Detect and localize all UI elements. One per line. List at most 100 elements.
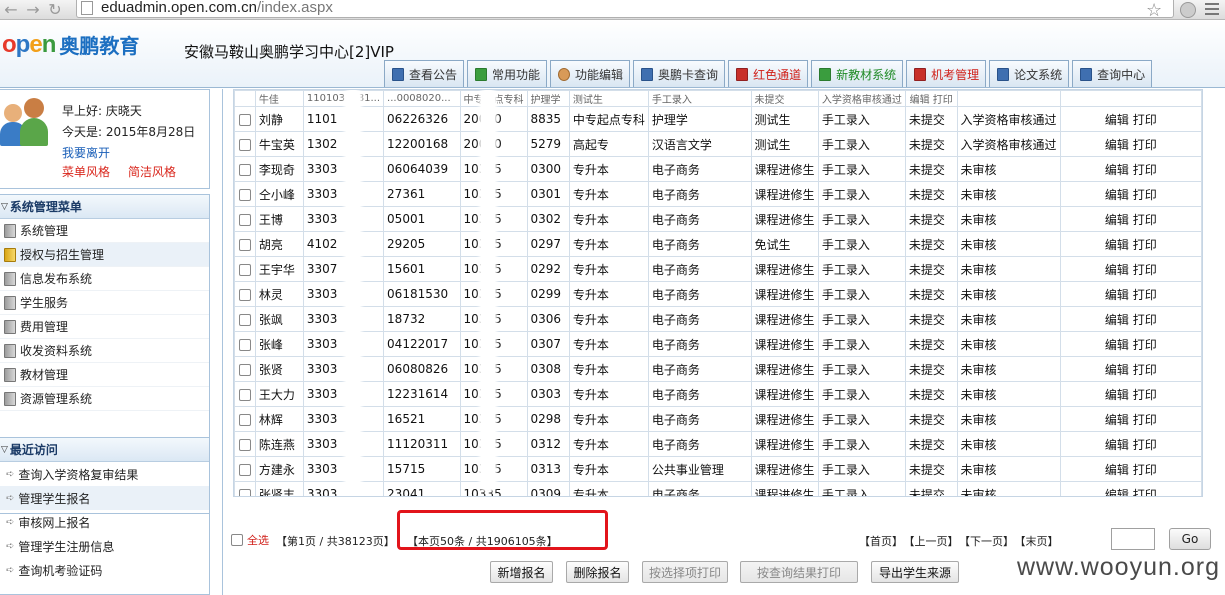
tab-card-query[interactable]: 奥鹏卡查询 xyxy=(633,60,726,87)
row-checkbox[interactable] xyxy=(238,413,251,426)
export-source-button[interactable]: 导出学生来源 xyxy=(871,561,959,583)
table-row[interactable]: 王大力330312231614103350303专升本电子商务课程进修生手工录入… xyxy=(234,381,1202,407)
table-row[interactable]: 张飒330318732103350306专升本电子商务课程进修生手工录入未提交未… xyxy=(234,306,1202,332)
print-selected-button[interactable]: 按选择项打印 xyxy=(642,561,728,583)
recent-item[interactable]: ➪ 管理学生报名 xyxy=(0,486,209,510)
edit-link[interactable]: 编辑 xyxy=(1105,438,1129,452)
row-checkbox[interactable] xyxy=(238,488,251,496)
table-row[interactable]: 林辉330316521103350298专升本电子商务课程进修生手工录入未提交未… xyxy=(234,406,1202,432)
print-link[interactable]: 打印 xyxy=(1133,113,1157,127)
edit-link[interactable]: 编辑 xyxy=(1105,313,1129,327)
recent-item[interactable]: ➪ 管理学生注册信息 xyxy=(0,534,209,558)
select-all-checkbox[interactable] xyxy=(231,534,243,546)
row-checkbox[interactable] xyxy=(238,313,251,326)
print-link[interactable]: 打印 xyxy=(1133,413,1157,427)
edit-link[interactable]: 编辑 xyxy=(1105,288,1129,302)
table-row[interactable]: 牛宝英130212200168200805279高起专汉语言文学测试生手工录入未… xyxy=(234,131,1202,157)
tab-new-textbook[interactable]: 新教材系统 xyxy=(811,60,904,87)
table-row[interactable]: 仝小峰330327361103350301专升本电子商务课程进修生手工录入未提交… xyxy=(234,181,1202,207)
menu-item-textbook[interactable]: 教材管理 xyxy=(0,363,209,387)
tab-red-channel[interactable]: 红色通道 xyxy=(728,60,809,87)
row-checkbox[interactable] xyxy=(238,163,251,176)
edit-link[interactable]: 编辑 xyxy=(1105,338,1129,352)
menu-item-fee[interactable]: 费用管理 xyxy=(0,315,209,339)
menu-style-link[interactable]: 菜单风格 xyxy=(62,165,110,179)
tab-query-center[interactable]: 查询中心 xyxy=(1072,60,1153,87)
system-menu-title[interactable]: ▽ 系统管理菜单 xyxy=(0,195,209,219)
table-row[interactable]: 陈连燕330311120311103350312专升本电子商务课程进修生手工录入… xyxy=(234,431,1202,457)
table-row[interactable]: 张峰330304122017103350307专升本电子商务课程进修生手工录入未… xyxy=(234,331,1202,357)
forward-icon[interactable]: → xyxy=(22,0,44,20)
tab-notice[interactable]: 查看公告 xyxy=(384,60,465,87)
row-checkbox[interactable] xyxy=(238,138,251,151)
edit-link[interactable]: 编辑 xyxy=(1105,488,1129,497)
prev-page-link[interactable]: 【上一页】 xyxy=(909,535,959,548)
edit-link[interactable]: 编辑 xyxy=(1105,238,1129,252)
logout-link[interactable]: 我要离开 xyxy=(62,143,195,164)
bookmark-star-icon[interactable]: ☆ xyxy=(1146,0,1162,21)
print-link[interactable]: 打印 xyxy=(1133,263,1157,277)
edit-link[interactable]: 编辑 xyxy=(1105,263,1129,277)
print-link[interactable]: 打印 xyxy=(1133,438,1157,452)
table-row[interactable]: 李现奇330306064039103350300专升本电子商务课程进修生手工录入… xyxy=(234,156,1202,182)
edit-link[interactable]: 编辑 xyxy=(1105,363,1129,377)
row-checkbox[interactable] xyxy=(238,363,251,376)
print-link[interactable]: 打印 xyxy=(1133,188,1157,202)
edit-link[interactable]: 编辑 xyxy=(1105,113,1129,127)
print-link[interactable]: 打印 xyxy=(1133,288,1157,302)
tab-exam-management[interactable]: 机考管理 xyxy=(906,60,987,87)
row-checkbox[interactable] xyxy=(238,288,251,301)
table-row[interactable]: 刘静110106226326200808835中专起点专科护理学测试生手工录入未… xyxy=(234,106,1202,132)
print-link[interactable]: 打印 xyxy=(1133,388,1157,402)
print-link[interactable]: 打印 xyxy=(1133,313,1157,327)
edit-link[interactable]: 编辑 xyxy=(1105,188,1129,202)
edit-link[interactable]: 编辑 xyxy=(1105,463,1129,477)
table-row[interactable]: 王博330305001103350302专升本电子商务课程进修生手工录入未提交未… xyxy=(234,206,1202,232)
row-checkbox[interactable] xyxy=(238,263,251,276)
menu-item-resource[interactable]: 资源管理系统 xyxy=(0,387,209,411)
menu-item-materials[interactable]: 收发资料系统 xyxy=(0,339,209,363)
print-link[interactable]: 打印 xyxy=(1133,138,1157,152)
table-row[interactable]: 林灵330306181530103350299专升本电子商务课程进修生手工录入未… xyxy=(234,281,1202,307)
browser-menu-icon[interactable] xyxy=(1205,3,1219,18)
address-bar[interactable]: eduadmin.open.com.cn/index.aspx xyxy=(76,0,1174,18)
print-link[interactable]: 打印 xyxy=(1133,463,1157,477)
row-checkbox[interactable] xyxy=(238,338,251,351)
menu-item-info-publish[interactable]: 信息发布系统 xyxy=(0,267,209,291)
table-row[interactable]: 张贤330306080826103350308专升本电子商务课程进修生手工录入未… xyxy=(234,356,1202,382)
recent-item[interactable]: ➪ 审核网上报名 xyxy=(0,510,209,534)
tab-function-edit[interactable]: 功能编辑 xyxy=(550,60,631,87)
simple-style-link[interactable]: 简洁风格 xyxy=(128,165,176,179)
add-enrollment-button[interactable]: 新增报名 xyxy=(490,561,553,583)
row-checkbox[interactable] xyxy=(238,213,251,226)
print-link[interactable]: 打印 xyxy=(1133,363,1157,377)
recent-item[interactable]: ➪ 查询入学资格复审结果 xyxy=(0,462,209,486)
print-link[interactable]: 打印 xyxy=(1133,163,1157,177)
back-icon[interactable]: ← xyxy=(0,0,22,20)
reload-icon[interactable]: ↻ xyxy=(44,0,66,20)
menu-item-system[interactable]: 系统管理 xyxy=(0,219,209,243)
page-number-input[interactable] xyxy=(1111,528,1155,550)
row-checkbox[interactable] xyxy=(238,238,251,251)
menu-item-student-service[interactable]: 学生服务 xyxy=(0,291,209,315)
next-page-link[interactable]: 【下一页】 xyxy=(965,535,1015,548)
print-query-button[interactable]: 按查询结果打印 xyxy=(740,561,858,583)
row-checkbox[interactable] xyxy=(238,188,251,201)
tab-thesis-system[interactable]: 论文系统 xyxy=(989,60,1070,87)
select-all[interactable]: 全选 xyxy=(231,532,269,548)
extension-icon[interactable] xyxy=(1180,2,1196,18)
table-row[interactable]: 王宇华330715601103350292专升本电子商务课程进修生手工录入未提交… xyxy=(234,256,1202,282)
edit-link[interactable]: 编辑 xyxy=(1105,138,1129,152)
edit-link[interactable]: 编辑 xyxy=(1105,388,1129,402)
menu-item-auth-enrollment[interactable]: 授权与招生管理 xyxy=(0,243,209,267)
edit-link[interactable]: 编辑 xyxy=(1105,413,1129,427)
print-link[interactable]: 打印 xyxy=(1133,213,1157,227)
delete-enrollment-button[interactable]: 删除报名 xyxy=(566,561,629,583)
edit-link[interactable]: 编辑 xyxy=(1105,163,1129,177)
print-link[interactable]: 打印 xyxy=(1133,238,1157,252)
print-link[interactable]: 打印 xyxy=(1133,338,1157,352)
row-checkbox[interactable] xyxy=(238,463,251,476)
last-page-link[interactable]: 【末页】 xyxy=(1020,535,1059,548)
tab-common-functions[interactable]: 常用功能 xyxy=(467,60,548,87)
table-row[interactable]: 方建永330315715103350313专升本公共事业管理课程进修生手工录入未… xyxy=(234,456,1202,482)
